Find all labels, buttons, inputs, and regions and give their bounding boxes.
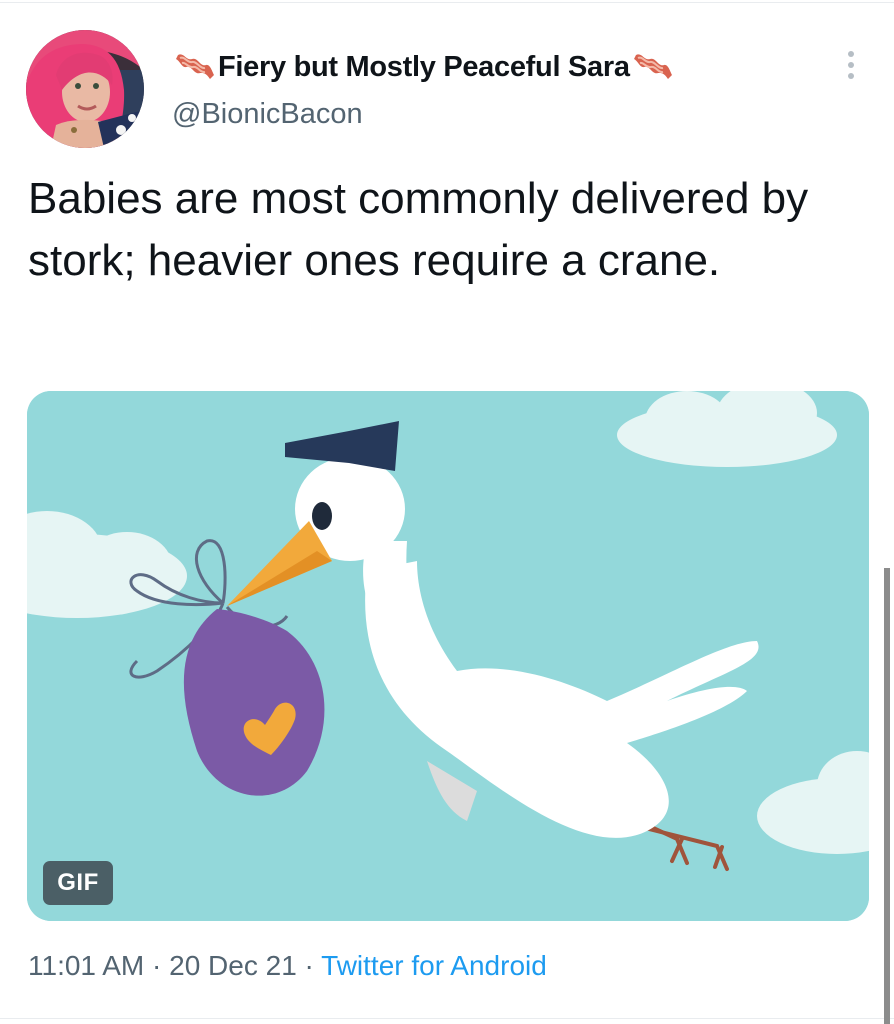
tweet-time: 11:01 AM — [28, 950, 145, 981]
tweet-source-link[interactable]: Twitter for Android — [321, 950, 547, 981]
stork-illustration — [27, 391, 869, 921]
meta-separator: · — [144, 950, 170, 981]
scrollbar-thumb[interactable] — [884, 568, 890, 1024]
user-handle[interactable]: @BionicBacon — [172, 98, 363, 131]
more-dot — [848, 62, 854, 68]
more-vertical-icon[interactable] — [836, 46, 866, 84]
more-dot — [848, 51, 854, 57]
avatar[interactable] — [26, 30, 144, 148]
top-divider — [0, 2, 894, 3]
bacon-icon — [172, 49, 218, 85]
avatar-image — [26, 30, 144, 148]
gif-badge[interactable]: GIF — [43, 861, 113, 905]
display-name: Fiery but Mostly Peaceful Sara — [218, 50, 630, 83]
tweet-date: 20 Dec 21 — [169, 950, 297, 981]
bacon-icon — [630, 49, 676, 85]
bottom-divider — [0, 1018, 894, 1019]
display-name-row[interactable]: Fiery but Mostly Peaceful Sara — [172, 42, 676, 92]
tweet-text: Babies are most commonly delivered by st… — [28, 174, 809, 285]
meta-separator: · — [296, 950, 322, 981]
tweet-media-gif[interactable]: GIF — [27, 391, 869, 921]
more-dot — [848, 73, 854, 79]
tweet-meta: 11:01 AM · 20 Dec 21 · Twitter for Andro… — [28, 950, 547, 982]
